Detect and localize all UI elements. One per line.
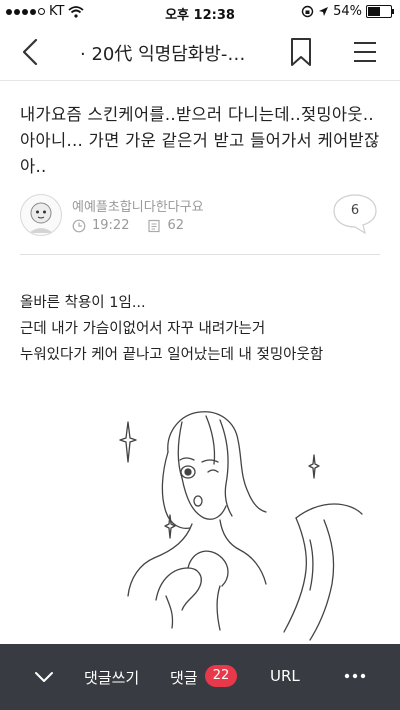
avatar-illustration-icon: [29, 202, 53, 233]
post-time: 19:22: [92, 218, 130, 233]
comment-count: 6: [350, 203, 360, 218]
author-name: 예예플초합니다한다구요: [72, 200, 204, 215]
body-line-3: 누워있다가 케어 끝나고 일어났는데 내 젖밍아웃함: [20, 347, 324, 363]
url-button[interactable]: URL: [270, 667, 300, 685]
more-options-icon[interactable]: [344, 668, 366, 684]
clock-icon: [72, 219, 86, 232]
chevron-down-icon[interactable]: [32, 666, 56, 688]
author-row: 예예플초합니다한다구요 19:22 62 6: [20, 192, 385, 242]
hamburger-menu-icon[interactable]: [352, 38, 378, 66]
write-comment-button[interactable]: 댓글쓰기: [84, 667, 139, 688]
body-line-1: 올바른 착용이 1임...: [20, 295, 146, 311]
post-title: 내가요즘 스킨케어를..받으러 다니는데..젖밍아웃..아아니... 가면 가운…: [20, 105, 380, 176]
avatar[interactable]: [20, 194, 62, 236]
location-arrow-icon: [319, 7, 329, 16]
comments-count-badge[interactable]: 22: [205, 665, 237, 687]
status-bar: KT 오후 12:38 54%: [0, 0, 400, 24]
sketch-illustration: [119, 411, 363, 641]
bookmark-icon[interactable]: [288, 36, 314, 68]
battery-icon: [366, 5, 394, 18]
bottom-toolbar: 댓글쓰기 댓글 22 URL: [0, 644, 400, 710]
views-icon: [148, 219, 161, 232]
divider: [20, 254, 380, 255]
rotation-lock-icon: [301, 5, 314, 18]
battery-percent: 54%: [333, 4, 362, 19]
back-arrow-icon[interactable]: [16, 36, 46, 68]
board-title: · 20代 익명담화방-…: [80, 44, 246, 65]
comments-button[interactable]: 댓글: [170, 667, 198, 688]
body-line-2: 근데 내가 가슴이없어서 자꾸 내려가는거: [20, 321, 266, 337]
comment-count-button[interactable]: 6: [331, 192, 379, 235]
view-count: 62: [167, 218, 185, 233]
post-meta: 19:22 62: [72, 218, 184, 233]
post-body: 올바른 착용이 1임... 근데 내가 가슴이없어서 자꾸 내려가는거 누워있다…: [20, 290, 385, 368]
nav-bar: · 20代 익명담화방-…: [0, 24, 400, 81]
status-right: 54%: [301, 4, 394, 19]
